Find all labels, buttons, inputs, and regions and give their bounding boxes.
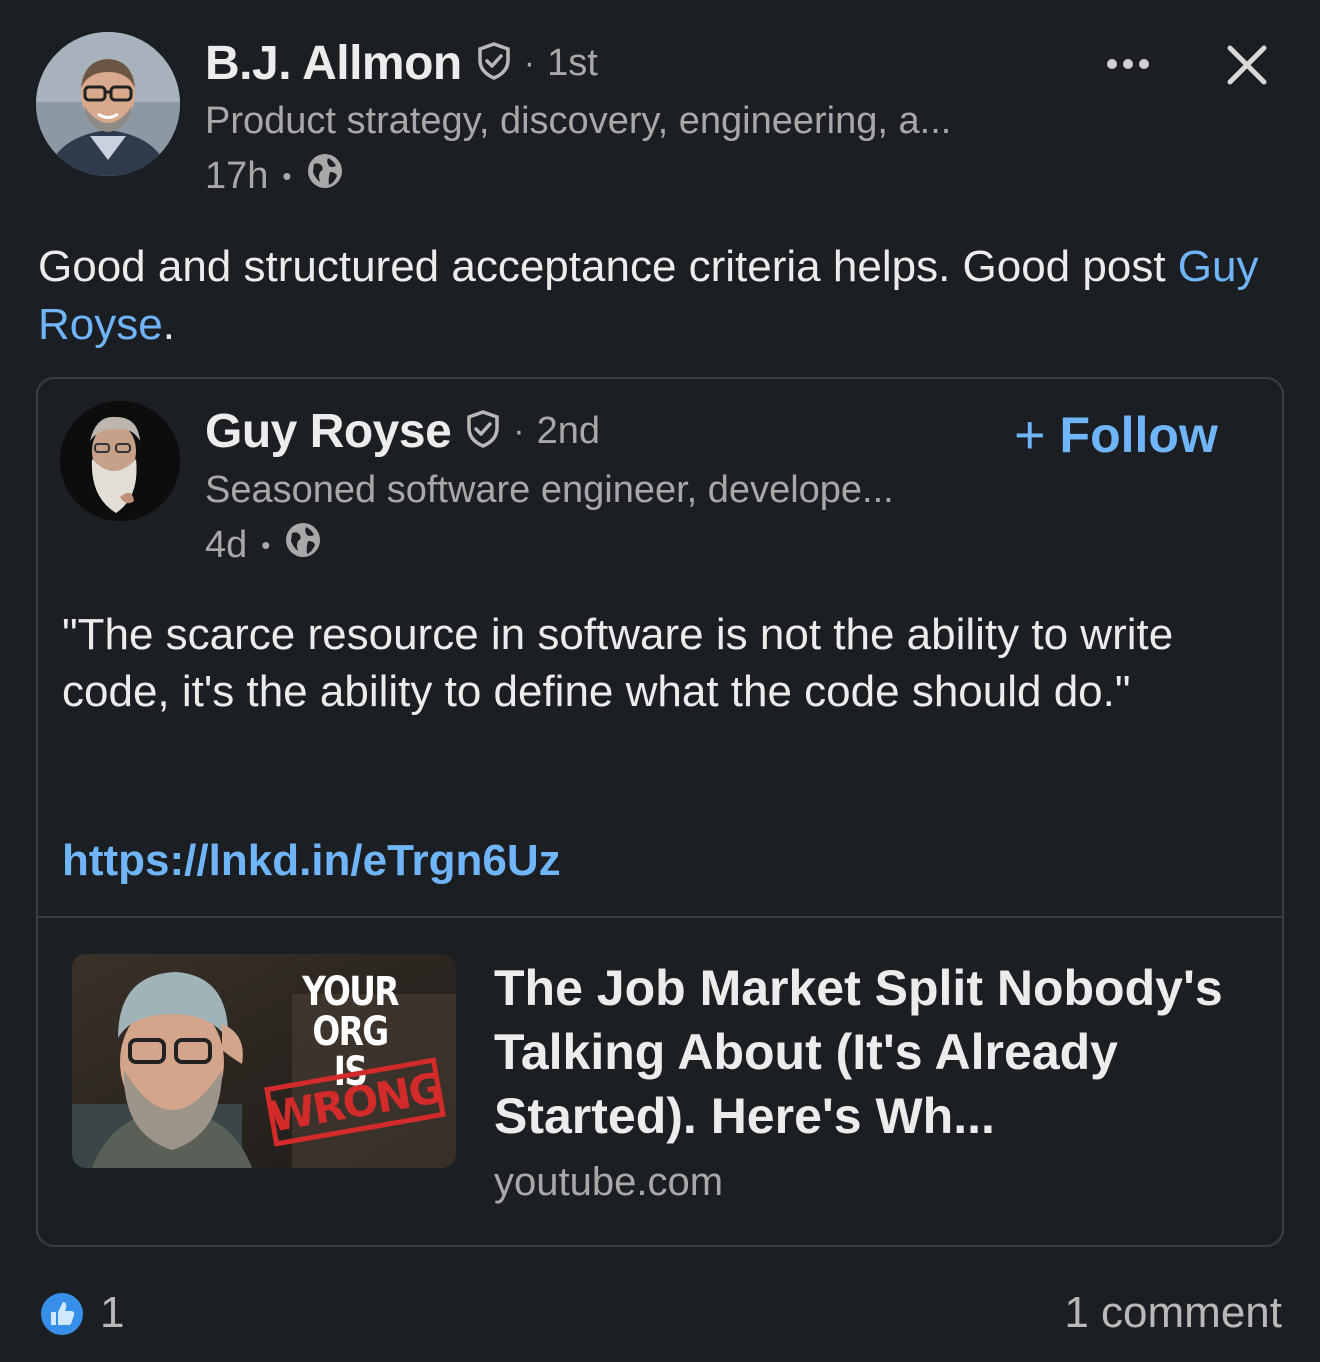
separator-dot: • [261, 529, 271, 560]
post-text-body: Good and structured acceptance criteria … [38, 242, 1178, 291]
thumbnail-caption-line-1: YOUR ORG [302, 969, 399, 1055]
separator-dot: · [513, 412, 525, 450]
shared-post-text: "The scarce resource in software is not … [62, 610, 1174, 716]
author-avatar[interactable] [36, 32, 180, 176]
more-options-icon[interactable] [1106, 52, 1150, 76]
author-name-line: B.J. Allmon · 1st [205, 36, 598, 91]
verified-badge-icon [465, 410, 501, 453]
shared-author-avatar[interactable] [60, 401, 180, 521]
globe-icon [284, 521, 322, 569]
article-title[interactable]: The Job Market Split Nobody's Talking Ab… [494, 956, 1274, 1148]
author-headline: Product strategy, discovery, engineering… [205, 100, 952, 142]
close-icon[interactable] [1226, 44, 1268, 86]
card-divider [38, 916, 1282, 918]
globe-icon [306, 152, 344, 200]
separator-dot: · [523, 44, 536, 82]
shared-post-link[interactable]: https://lnkd.in/eTrgn6Uz [62, 836, 561, 886]
separator-dot: • [282, 160, 292, 191]
post-detail: B.J. Allmon · 1st Product strategy, disc… [0, 0, 1320, 1362]
article-thumbnail[interactable]: YOUR ORG IS WRONG [72, 954, 456, 1168]
plus-icon: + [1014, 405, 1046, 465]
shared-connection-degree: 2nd [536, 410, 600, 452]
shared-post-time: 4d [205, 523, 248, 566]
like-reaction-icon[interactable] [38, 1290, 86, 1338]
post-meta: 17h • [205, 152, 344, 200]
post-text: Good and structured acceptance criteria … [38, 238, 1278, 354]
shared-author-headline: Seasoned software engineer, develope... [205, 469, 894, 511]
shared-author-name-line: Guy Royse · 2nd [205, 404, 600, 459]
article-source: youtube.com [494, 1160, 724, 1204]
verified-badge-icon [476, 42, 512, 85]
shared-author-name[interactable]: Guy Royse [205, 404, 452, 459]
follow-button[interactable]: + Follow [1014, 404, 1218, 466]
post-text-end: . [162, 300, 175, 349]
post-time: 17h [205, 154, 269, 197]
comment-count[interactable]: 1 comment [1064, 1288, 1282, 1338]
connection-degree: 1st [547, 42, 598, 84]
reaction-count[interactable]: 1 [100, 1288, 124, 1338]
follow-label: Follow [1059, 407, 1218, 463]
author-name[interactable]: B.J. Allmon [205, 36, 462, 91]
shared-post-meta: 4d • [205, 521, 322, 569]
